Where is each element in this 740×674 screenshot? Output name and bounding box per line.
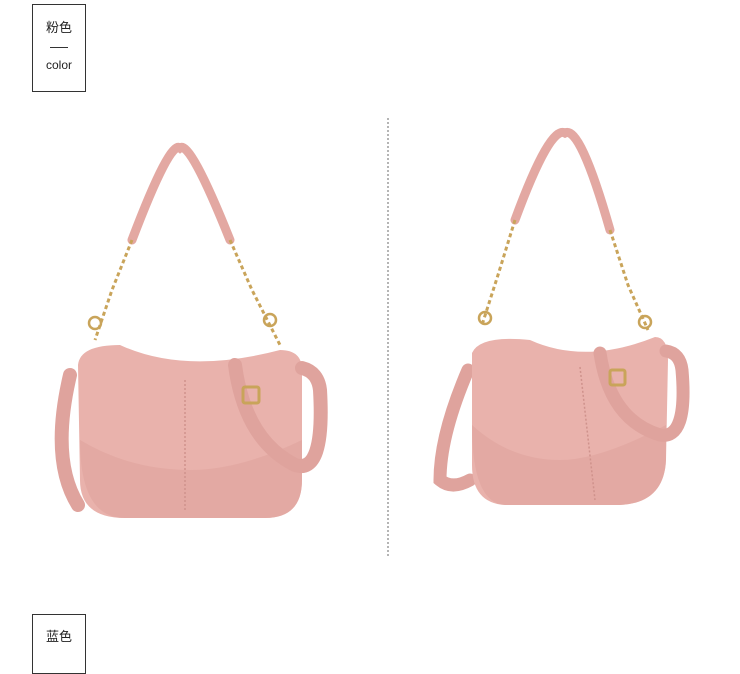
color-name-en: color bbox=[45, 58, 72, 72]
color-name-cn: 蓝色 bbox=[45, 630, 72, 645]
image-divider bbox=[387, 118, 389, 556]
label-separator bbox=[50, 47, 68, 48]
handbag-angled-photo bbox=[410, 125, 710, 525]
color-name-cn: 粉色 bbox=[45, 21, 72, 36]
handbag-front-photo bbox=[40, 140, 350, 530]
color-label-pink: 粉色 color bbox=[32, 4, 86, 92]
color-label-blue: 蓝色 bbox=[32, 614, 86, 674]
